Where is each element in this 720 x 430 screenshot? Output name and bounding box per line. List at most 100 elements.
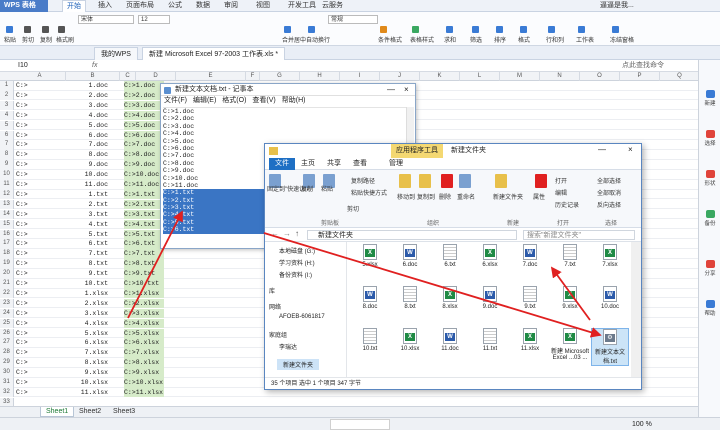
file-item[interactable]: X 6.xlsx (471, 244, 509, 268)
column-header-N[interactable]: N (540, 72, 580, 81)
row-number[interactable]: 20 (0, 269, 14, 279)
column-header-L[interactable]: L (460, 72, 500, 81)
cell-a[interactable]: C:> (16, 348, 28, 358)
copy-to-icon[interactable] (419, 174, 431, 188)
explorer-scrollbar[interactable] (631, 242, 641, 377)
font-name-select[interactable]: 宋体 (78, 15, 134, 24)
ribbon-tool-icon-12[interactable] (548, 26, 555, 33)
file-item[interactable]: ⚙ 新建文本文档.txt (591, 328, 629, 366)
ribbon-label-3[interactable]: 格式刷 (56, 35, 74, 44)
ribbon-group-new[interactable]: 新建 (507, 218, 519, 227)
column-header-H[interactable]: H (300, 72, 340, 81)
ribbon-tab-6[interactable]: 视图 (252, 0, 274, 12)
ribbon-group-open[interactable]: 打开 (557, 218, 569, 227)
ribbon-label-4[interactable]: 合并居中 (282, 35, 306, 44)
cell-d[interactable]: C:>6.doc (124, 130, 164, 140)
sheet-tab-1[interactable]: Sheet1 (40, 407, 75, 417)
ribbon-tab-3[interactable]: 公式 (164, 0, 186, 12)
ribbon-label-9[interactable]: 筛选 (470, 35, 482, 44)
cell-a[interactable]: C:> (16, 378, 28, 388)
cell-d[interactable]: C:>7.doc (124, 140, 164, 150)
cell-d[interactable]: C:>8.doc (124, 150, 164, 160)
ribbon-open[interactable]: 打开 (555, 176, 567, 185)
notepad-close-icon[interactable]: × (404, 85, 409, 94)
cell-a[interactable]: C:> (16, 101, 28, 111)
ribbon-tool-icon-14[interactable] (612, 26, 619, 33)
cell-c[interactable]: 8.txt (68, 259, 108, 269)
sheet-tab-2[interactable]: Sheet2 (74, 407, 106, 417)
cell-a[interactable]: C:> (16, 319, 28, 329)
cell-c[interactable]: 2.txt (68, 200, 108, 210)
ribbon-label-7[interactable]: 表格样式 (410, 35, 434, 44)
nav-item[interactable]: 家庭组 (269, 330, 287, 339)
ribbon-select-none[interactable]: 全部取消 (597, 188, 621, 197)
cell-d[interactable]: C:>7.txt (124, 249, 164, 259)
cell-a[interactable]: C:> (16, 210, 28, 220)
cell-a[interactable]: C:> (16, 200, 28, 210)
cell-a[interactable]: C:> (16, 220, 28, 230)
column-header-E[interactable]: E (176, 72, 246, 81)
nav-item[interactable]: 库 (269, 286, 275, 295)
row-number[interactable]: 16 (0, 229, 14, 239)
ribbon-label-8[interactable]: 求和 (444, 35, 456, 44)
shape-icon[interactable]: 形状 (699, 170, 720, 187)
font-size-select[interactable]: 12 (138, 15, 170, 24)
cell-d[interactable]: C:>9.xlsx (124, 368, 164, 378)
ribbon-tool-icon-10[interactable] (496, 26, 503, 33)
row-number[interactable]: 28 (0, 348, 14, 358)
ribbon-tool-icon-6[interactable] (380, 26, 387, 33)
cell-d[interactable]: C:>10.doc (124, 170, 164, 180)
row-number[interactable]: 10 (0, 170, 14, 180)
row-number[interactable]: 14 (0, 209, 14, 220)
command-search[interactable]: 点此查找命令 (622, 61, 664, 71)
file-item[interactable]: X 11.xlsx (511, 328, 549, 352)
row-number[interactable]: 12 (0, 189, 14, 200)
cell-c[interactable]: 2.doc (68, 91, 108, 101)
doc-tab-workbook[interactable]: 新建 Microsoft Excel 97-2003 工作表.xls * (142, 47, 286, 60)
cell-d[interactable]: C:>1.doc (124, 81, 164, 91)
ribbon-tool-icon-13[interactable] (578, 26, 585, 33)
cell-c[interactable]: 4.doc (68, 111, 108, 121)
cell-d[interactable]: C:>4.xlsx (124, 318, 164, 329)
cell-c[interactable]: 7.txt (68, 249, 108, 259)
cell-a[interactable]: C:> (16, 190, 28, 200)
cell-a[interactable]: C:> (16, 299, 28, 309)
file-item[interactable]: 9.txt (511, 286, 549, 310)
cell-c[interactable]: 8.doc (68, 150, 108, 160)
cell-a[interactable]: C:> (16, 140, 28, 150)
ribbon-label-0[interactable]: 粘贴 (4, 35, 16, 44)
column-header-O[interactable]: O (580, 72, 620, 81)
cell-c[interactable]: 3.doc (68, 101, 108, 111)
ribbon-move-to[interactable]: 移动到 (397, 192, 415, 201)
cell-c[interactable]: 4.xlsx (68, 319, 108, 329)
ribbon-label-2[interactable]: 复制 (40, 35, 52, 44)
row-number[interactable]: 30 (0, 368, 14, 378)
move-icon[interactable] (399, 174, 411, 188)
cell-a[interactable]: C:> (16, 91, 28, 101)
row-number[interactable]: 24 (0, 308, 14, 319)
cell-d[interactable]: C:>9.txt (124, 269, 164, 279)
ribbon-tool-icon-11[interactable] (520, 26, 527, 33)
file-item[interactable]: 10.txt (351, 328, 389, 352)
row-number[interactable]: 13 (0, 199, 14, 210)
ribbon-tool-icon-2[interactable] (42, 26, 49, 33)
cell-d[interactable]: C:>6.xlsx (124, 338, 164, 348)
column-header-F[interactable]: F (246, 72, 260, 81)
cell-a[interactable]: C:> (16, 239, 28, 249)
cell-d[interactable]: C:>7.xlsx (124, 348, 164, 358)
row-number[interactable]: 26 (0, 328, 14, 338)
notepad-line[interactable]: C:>2.doc (163, 115, 407, 122)
row-number[interactable]: 9 (0, 160, 14, 170)
column-header-D[interactable]: D (136, 72, 176, 81)
cell-a[interactable]: C:> (16, 81, 28, 91)
ribbon-edit[interactable]: 编辑 (555, 188, 567, 197)
context-tab-label[interactable]: 应用程序工具 (391, 144, 443, 158)
ribbon-label-5[interactable]: 自动换行 (306, 35, 330, 44)
ribbon-tool-icon-8[interactable] (446, 26, 453, 33)
cell-d[interactable]: C:>10.txt (124, 279, 164, 289)
nav-item[interactable]: 网络 (269, 302, 281, 311)
cell-c[interactable]: 6.xlsx (68, 338, 108, 348)
wps-app-menu-button[interactable]: WPS 表格 (0, 0, 48, 12)
row-number[interactable]: 25 (0, 318, 14, 329)
zoom-level[interactable]: 100 % (632, 419, 652, 430)
